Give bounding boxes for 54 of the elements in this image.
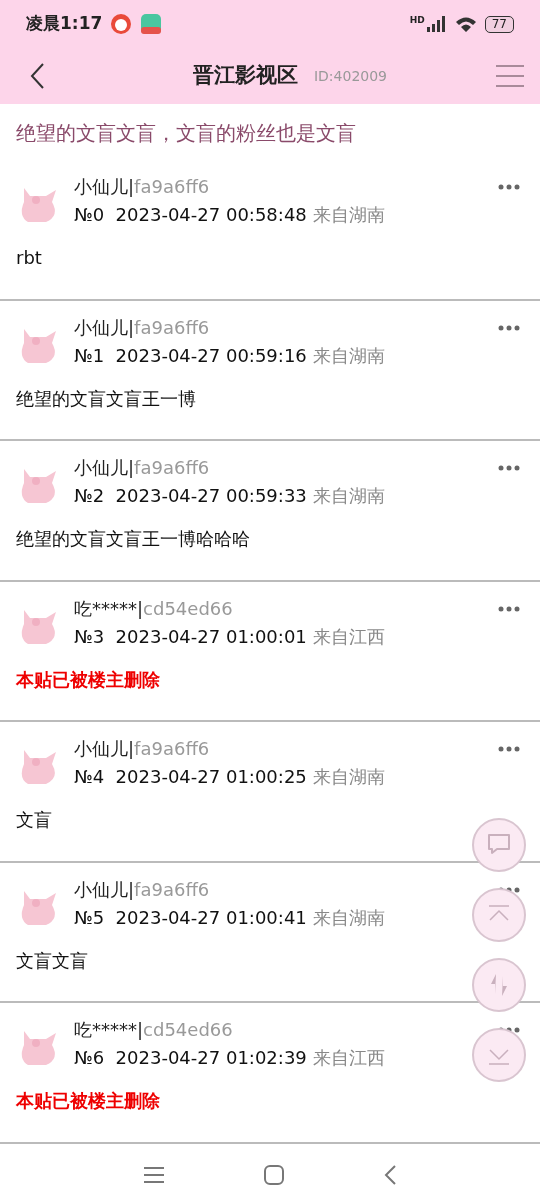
app-icon [110, 13, 133, 35]
user-name: 小仙儿| [74, 176, 135, 197]
user-id: fa9a6ff6 [134, 457, 210, 478]
more-icon[interactable] [498, 746, 520, 752]
user-name: 小仙儿| [74, 878, 135, 900]
location: 来自湖南 [312, 766, 385, 787]
location: 来自江西 [312, 1047, 385, 1068]
more-icon[interactable] [498, 184, 520, 190]
signal-icon [426, 16, 447, 32]
post-text: 绝望的文盲文盲王一博 [16, 386, 197, 411]
floor-time: №5 2023-04-27 01:00:41 [74, 906, 307, 928]
deleted-notice: 本贴已被楼主删除 [16, 667, 161, 692]
user-id: fa9a6ff6 [134, 176, 210, 197]
floor-time: №3 2023-04-27 01:00:01 [74, 625, 307, 647]
board-id: ID:402009 [313, 66, 388, 86]
user-name: 吃*****| [74, 597, 144, 619]
deleted-notice: 本贴已被楼主删除 [16, 1089, 161, 1113]
menu-icon[interactable] [144, 1166, 164, 1184]
battery-indicator: 77 [484, 15, 514, 33]
user-id: cd54ed66 [143, 597, 233, 619]
more-icon[interactable] [498, 605, 520, 612]
thread-title: 绝望的文盲文盲，文盲的粉丝也是文盲 [15, 120, 357, 147]
user-id: fa9a6ff6 [134, 878, 210, 900]
app-icon [140, 13, 163, 35]
user-name: 小仙儿| [74, 316, 135, 338]
post-text: rbt [16, 246, 43, 270]
user-name: 小仙儿| [74, 457, 135, 478]
floor-time: №4 2023-04-27 01:00:25 [74, 766, 307, 787]
network-label: HD [409, 14, 425, 27]
floor-time: №6 2023-04-27 01:02:39 [74, 1047, 307, 1068]
back-icon[interactable] [384, 1165, 396, 1185]
more-icon[interactable] [498, 324, 520, 331]
back-icon[interactable] [30, 63, 44, 89]
user-id: cd54ed66 [143, 1019, 233, 1040]
post-text: 绝望的文盲文盲王一博哈哈哈 [16, 527, 251, 551]
floor-time: №0 2023-04-27 00:58:48 [74, 204, 307, 225]
floor-time: №2 2023-04-27 00:59:33 [74, 485, 307, 506]
user-name: 吃*****| [74, 1019, 144, 1040]
location: 来自湖南 [312, 485, 385, 506]
user-name: 小仙儿| [74, 738, 135, 759]
user-id: fa9a6ff6 [134, 316, 210, 338]
post-text: 文盲 [16, 808, 53, 832]
more-icon[interactable] [498, 465, 520, 471]
wifi-icon [454, 15, 477, 33]
location: 来自湖南 [312, 204, 385, 225]
user-id: fa9a6ff6 [134, 738, 210, 759]
location: 来自湖南 [312, 906, 385, 928]
location: 来自江西 [312, 625, 385, 647]
post-text: 文盲文盲 [16, 948, 89, 973]
location: 来自湖南 [312, 344, 385, 366]
home-icon[interactable] [264, 1165, 284, 1185]
page-title: 晋江影视区 [192, 62, 298, 90]
status-time: 凌晨1:17 [26, 12, 103, 36]
floor-time: №1 2023-04-27 00:59:16 [74, 344, 307, 366]
